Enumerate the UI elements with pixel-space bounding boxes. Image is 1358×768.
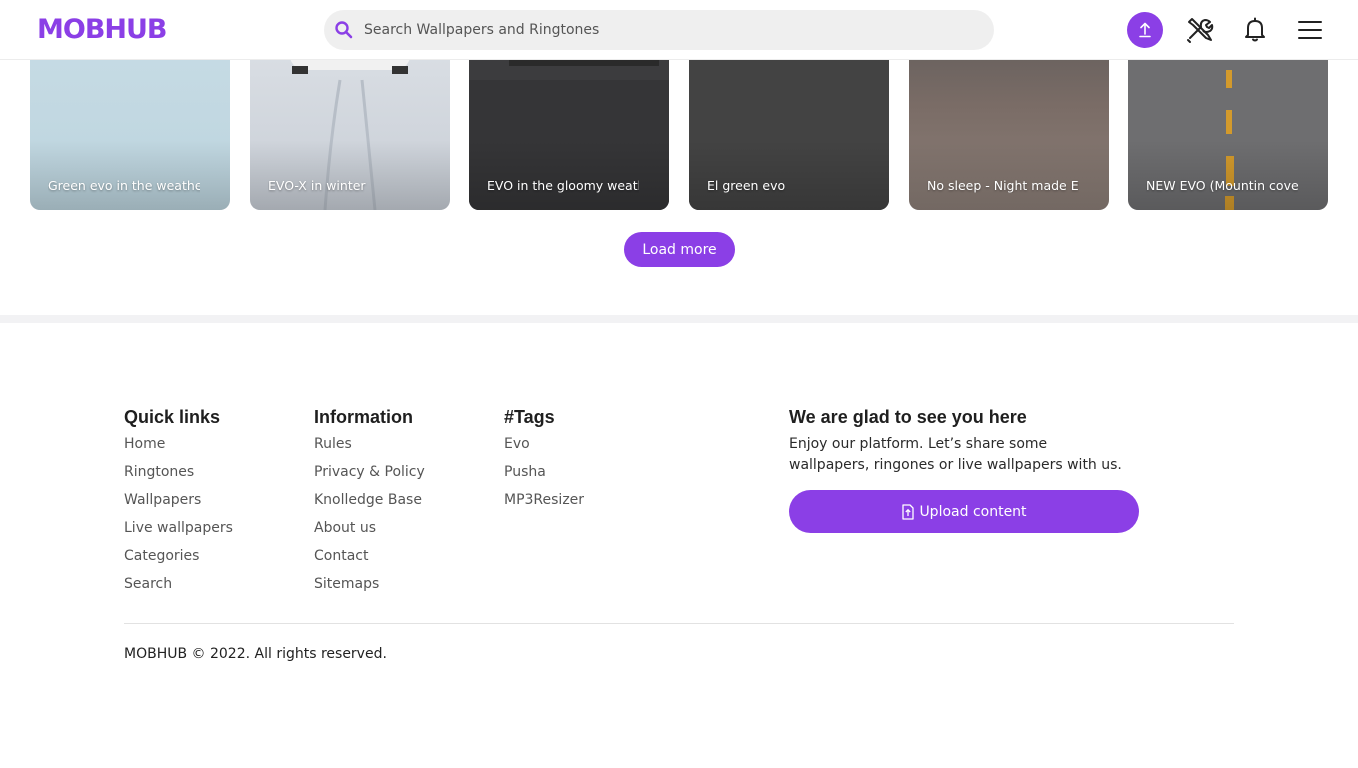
site-logo[interactable]: MOBHUB: [37, 13, 168, 47]
footer-link-home[interactable]: Home: [124, 434, 233, 462]
footer-link-contact[interactable]: Contact: [314, 546, 425, 574]
copyright-text: MOBHUB © 2022. All rights reserved.: [124, 646, 387, 662]
upload-button[interactable]: [1127, 12, 1163, 48]
menu-button[interactable]: [1292, 12, 1328, 48]
footer-link-sitemaps[interactable]: Sitemaps: [314, 574, 425, 602]
footer-link-wallpapers[interactable]: Wallpapers: [124, 490, 233, 518]
footer-quick-links: Quick links Home Ringtones Wallpapers Li…: [124, 406, 233, 602]
upload-icon: [1139, 22, 1151, 38]
section-divider: [0, 315, 1358, 323]
tools-button[interactable]: [1182, 12, 1218, 48]
information-heading: Information: [314, 407, 413, 427]
footer-link-privacy[interactable]: Privacy & Policy: [314, 462, 425, 490]
search-bar[interactable]: [324, 10, 994, 50]
footer-link-search[interactable]: Search: [124, 574, 233, 602]
footer-link-ringtones[interactable]: Ringtones: [124, 462, 233, 490]
welcome-text: Enjoy our platform. Let’s share some wal…: [789, 436, 1122, 473]
footer-link-live-wallpapers[interactable]: Live wallpapers: [124, 518, 233, 546]
load-more-button[interactable]: Load more: [624, 232, 735, 267]
footer-tags: #Tags Evo Pusha MP3Resizer: [504, 406, 584, 518]
tools-icon: [1187, 18, 1214, 43]
tags-heading: #Tags: [504, 407, 555, 427]
wallpaper-title: Green evo in the weather: [48, 178, 200, 193]
logo-text: MOBHUB: [37, 14, 168, 45]
wallpaper-title: EVO in the gloomy weather: [487, 178, 639, 193]
menu-icon: [1298, 21, 1322, 39]
tag-link[interactable]: MP3Resizer: [504, 490, 584, 518]
tag-link[interactable]: Pusha: [504, 462, 584, 490]
top-header: MOBHUB: [0, 0, 1358, 60]
quick-links-heading: Quick links: [124, 407, 221, 427]
footer-link-about[interactable]: About us: [314, 518, 425, 546]
search-input[interactable]: [364, 10, 974, 50]
search-icon[interactable]: [334, 20, 354, 40]
file-upload-icon: [902, 503, 915, 520]
footer-link-knowledge-base[interactable]: Knolledge Base: [314, 490, 425, 518]
footer-link-rules[interactable]: Rules: [314, 434, 425, 462]
footer-link-categories[interactable]: Categories: [124, 546, 233, 574]
footer-welcome: We are glad to see you here Enjoy our pl…: [789, 406, 1139, 533]
footer-divider: [124, 623, 1234, 624]
upload-content-button[interactable]: Upload content: [789, 490, 1139, 533]
notifications-button[interactable]: [1237, 12, 1273, 48]
wallpaper-title: EVO-X in winter: [268, 178, 366, 193]
wallpaper-title: El green evo: [707, 178, 786, 193]
footer-information: Information Rules Privacy & Policy Knoll…: [314, 406, 425, 602]
bell-icon: [1245, 17, 1265, 42]
tag-link[interactable]: Evo: [504, 434, 584, 462]
wallpaper-title: NEW EVO (Mountin cover): [1146, 178, 1298, 193]
welcome-heading: We are glad to see you here: [789, 407, 1027, 427]
wallpaper-title: No sleep - Night made EVO: [927, 178, 1079, 193]
upload-content-label: Upload content: [919, 503, 1027, 520]
